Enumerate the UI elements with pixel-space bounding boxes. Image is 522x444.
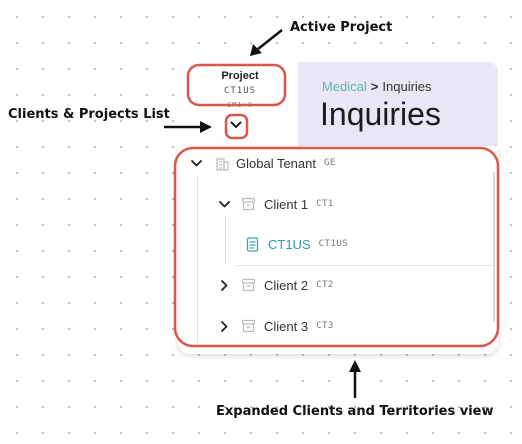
project-list-toggle[interactable] (228, 117, 244, 133)
arrow-active-project (250, 29, 283, 56)
archive-box-icon (240, 277, 256, 293)
breadcrumb: Medical > Inquiries (322, 79, 432, 94)
tenant-name: Global Tenant (236, 155, 316, 171)
project-code: CT1US (223, 86, 257, 96)
annotation-active-project: Active Project (290, 20, 393, 35)
project-label: Project (221, 70, 259, 82)
tree-row-client[interactable]: Client 3 CT3 (218, 315, 334, 337)
tree-divider (236, 265, 493, 266)
tenant-code: GE (324, 158, 336, 168)
client-name: Client 2 (264, 277, 309, 293)
arrow-expanded-view (349, 360, 361, 398)
client-name: Client 1 (264, 196, 309, 212)
breadcrumb-medical[interactable]: Medical (322, 79, 367, 94)
breadcrumb-separator: > (370, 79, 379, 94)
tree-row-client[interactable]: Client 2 CT2 (218, 274, 334, 296)
project-secondary-code: GM1+0 (226, 101, 254, 109)
chevron-down-icon[interactable] (218, 198, 230, 210)
client-code: CT2 (316, 280, 334, 290)
breadcrumb-current: Inquiries (382, 79, 432, 94)
tree-guide-line (225, 216, 226, 264)
chevron-down-icon[interactable] (190, 157, 202, 169)
chevron-right-icon[interactable] (218, 279, 230, 291)
client-code: CT3 (316, 321, 334, 331)
page-title: Inquiries (320, 96, 441, 132)
archive-box-icon (240, 318, 256, 334)
annotation-expanded-view: Expanded Clients and Territories view (216, 404, 494, 419)
tree-guide-line (197, 176, 198, 344)
project-code: CT1US (318, 239, 349, 249)
chevron-down-icon (230, 121, 242, 128)
tree-row-client[interactable]: Client 1 CT1 (218, 193, 334, 215)
tree-row-tenant[interactable]: Global Tenant GE (190, 152, 336, 174)
client-name: Client 3 (264, 318, 309, 334)
annotation-clients-projects-list: Clients & Projects List (8, 107, 170, 122)
tree-row-project[interactable]: CT1US CT1US (244, 233, 348, 255)
project-name: CT1US (268, 236, 311, 252)
building-icon (214, 155, 230, 171)
document-icon (244, 236, 260, 252)
tree-scrollbar[interactable] (493, 172, 495, 322)
client-code: CT1 (316, 199, 334, 209)
chevron-right-icon[interactable] (218, 320, 230, 332)
archive-box-icon (240, 196, 256, 212)
